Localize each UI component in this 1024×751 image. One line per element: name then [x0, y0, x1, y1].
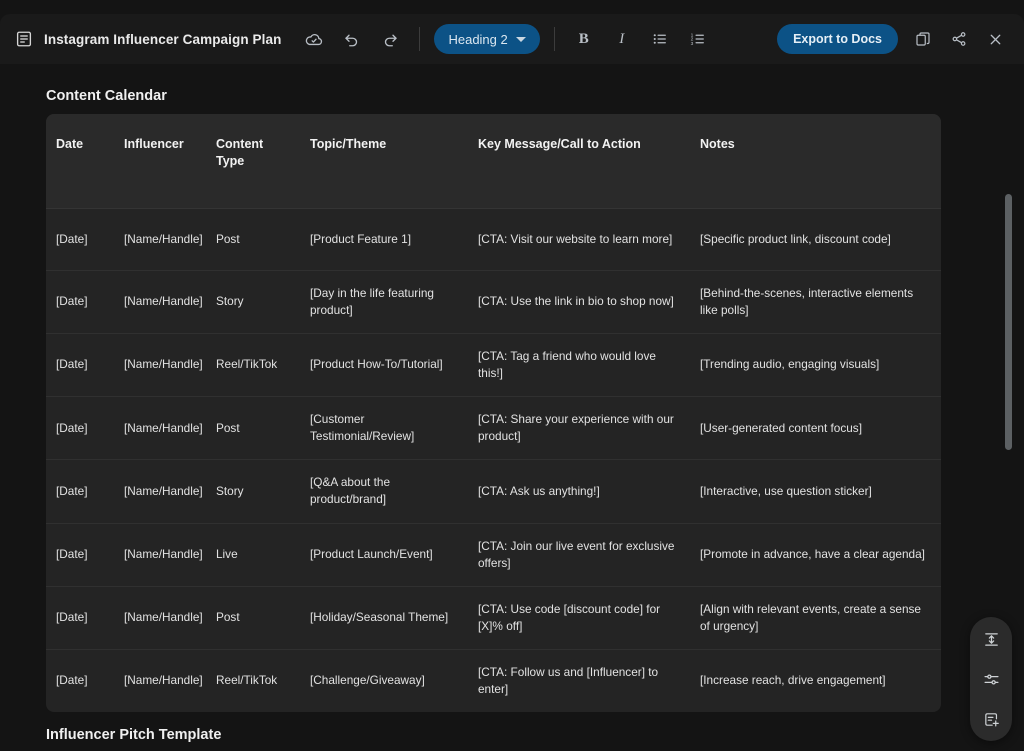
- cell-topic[interactable]: [Holiday/Seasonal Theme]: [300, 586, 468, 649]
- cell-date[interactable]: [Date]: [46, 333, 114, 396]
- cell-key-message[interactable]: [CTA: Visit our website to learn more]: [468, 208, 690, 270]
- cell-topic[interactable]: [Product How-To/Tutorial]: [300, 333, 468, 396]
- cell-notes[interactable]: [User-generated content focus]: [690, 397, 941, 460]
- influencer-pitch-template-heading: Influencer Pitch Template: [46, 727, 221, 743]
- cell-influencer[interactable]: [Name/Handle]: [114, 523, 206, 586]
- table-row[interactable]: [Date][Name/Handle]Live[Product Launch/E…: [46, 523, 941, 586]
- cell-content-type[interactable]: Post: [206, 208, 300, 270]
- cell-influencer[interactable]: [Name/Handle]: [114, 333, 206, 396]
- cell-key-message[interactable]: [CTA: Tag a friend who would love this!]: [468, 333, 690, 396]
- redo-icon[interactable]: [375, 24, 405, 54]
- cell-notes[interactable]: [Trending audio, engaging visuals]: [690, 333, 941, 396]
- table-row[interactable]: [Date][Name/Handle]Reel/TikTok[Challenge…: [46, 649, 941, 712]
- cell-key-message[interactable]: [CTA: Use the link in bio to shop now]: [468, 270, 690, 333]
- chevron-down-icon: [516, 37, 526, 42]
- table-row[interactable]: [Date][Name/Handle]Post[Customer Testimo…: [46, 397, 941, 460]
- undo-icon[interactable]: [337, 24, 367, 54]
- cell-notes[interactable]: [Increase reach, drive engagement]: [690, 649, 941, 712]
- cell-notes[interactable]: [Specific product link, discount code]: [690, 208, 941, 270]
- copy-icon[interactable]: [908, 24, 938, 54]
- svg-text:3: 3: [690, 41, 693, 47]
- cell-date[interactable]: [Date]: [46, 270, 114, 333]
- cell-date[interactable]: [Date]: [46, 523, 114, 586]
- cell-content-type[interactable]: Reel/TikTok: [206, 649, 300, 712]
- cell-notes[interactable]: [Promote in advance, have a clear agenda…: [690, 523, 941, 586]
- app-window: Instagram Influencer Campaign Plan Headi…: [0, 0, 1024, 751]
- editor-toolbar: Instagram Influencer Campaign Plan Headi…: [0, 14, 1024, 64]
- cell-date[interactable]: [Date]: [46, 460, 114, 523]
- cell-key-message[interactable]: [CTA: Share your experience with our pro…: [468, 397, 690, 460]
- table-header: Date Influencer Content Type Topic/Theme…: [46, 114, 941, 208]
- cell-influencer[interactable]: [Name/Handle]: [114, 586, 206, 649]
- cell-notes[interactable]: [Behind-the-scenes, interactive elements…: [690, 270, 941, 333]
- column-header-topic: Topic/Theme: [300, 114, 468, 208]
- tune-sliders-icon[interactable]: [977, 665, 1005, 693]
- toolbar-divider-1: [419, 27, 420, 51]
- vertical-scrollbar-thumb[interactable]: [1005, 194, 1012, 450]
- cell-influencer[interactable]: [Name/Handle]: [114, 649, 206, 712]
- column-header-influencer: Influencer: [114, 114, 206, 208]
- cell-content-type[interactable]: Live: [206, 523, 300, 586]
- cell-influencer[interactable]: [Name/Handle]: [114, 270, 206, 333]
- cell-topic[interactable]: [Day in the life featuring product]: [300, 270, 468, 333]
- numbered-list-icon[interactable]: 1 2 3: [683, 24, 713, 54]
- cell-content-type[interactable]: Post: [206, 586, 300, 649]
- cell-content-type[interactable]: Story: [206, 270, 300, 333]
- cell-topic[interactable]: [Product Feature 1]: [300, 208, 468, 270]
- cell-content-type[interactable]: Story: [206, 460, 300, 523]
- cell-influencer[interactable]: [Name/Handle]: [114, 397, 206, 460]
- table-row[interactable]: [Date][Name/Handle]Reel/TikTok[Product H…: [46, 333, 941, 396]
- italic-button[interactable]: I: [607, 24, 637, 54]
- paragraph-style-select[interactable]: Heading 2: [434, 24, 539, 54]
- document-content: Content Calendar Date Influencer Content…: [0, 64, 1024, 104]
- cell-date[interactable]: [Date]: [46, 649, 114, 712]
- bold-label: B: [579, 31, 589, 48]
- cell-date[interactable]: [Date]: [46, 397, 114, 460]
- close-icon[interactable]: [980, 24, 1010, 54]
- share-icon[interactable]: [944, 24, 974, 54]
- column-header-content-type: Content Type: [206, 114, 300, 208]
- cell-content-type[interactable]: Reel/TikTok: [206, 333, 300, 396]
- cell-content-type[interactable]: Post: [206, 397, 300, 460]
- cell-key-message[interactable]: [CTA: Use code [discount code] for [X]% …: [468, 586, 690, 649]
- cell-topic[interactable]: [Product Launch/Event]: [300, 523, 468, 586]
- cell-influencer[interactable]: [Name/Handle]: [114, 460, 206, 523]
- cell-date[interactable]: [Date]: [46, 586, 114, 649]
- cell-notes[interactable]: [Align with relevant events, create a se…: [690, 586, 941, 649]
- cloud-saved-icon[interactable]: [299, 24, 329, 54]
- document-title[interactable]: Instagram Influencer Campaign Plan: [44, 32, 281, 47]
- table-row[interactable]: [Date][Name/Handle]Post[Holiday/Seasonal…: [46, 586, 941, 649]
- bulleted-list-icon[interactable]: [645, 24, 675, 54]
- cell-notes[interactable]: [Interactive, use question sticker]: [690, 460, 941, 523]
- export-to-docs-button[interactable]: Export to Docs: [777, 24, 898, 54]
- vertical-align-center-icon[interactable]: [977, 625, 1005, 653]
- table-header-row: Date Influencer Content Type Topic/Theme…: [46, 114, 941, 208]
- table-body: [Date][Name/Handle]Post[Product Feature …: [46, 208, 941, 712]
- paragraph-style-value: Heading 2: [448, 32, 507, 47]
- cell-key-message[interactable]: [CTA: Follow us and [Influencer] to ente…: [468, 649, 690, 712]
- document-icon: [14, 29, 34, 49]
- table-row[interactable]: [Date][Name/Handle]Story[Q&A about the p…: [46, 460, 941, 523]
- floating-action-toolbar: [970, 617, 1012, 741]
- cell-key-message[interactable]: [CTA: Join our live event for exclusive …: [468, 523, 690, 586]
- bold-button[interactable]: B: [569, 24, 599, 54]
- cell-topic[interactable]: [Q&A about the product/brand]: [300, 460, 468, 523]
- toolbar-divider-2: [554, 27, 555, 51]
- content-calendar-table: Date Influencer Content Type Topic/Theme…: [46, 114, 941, 712]
- cell-influencer[interactable]: [Name/Handle]: [114, 208, 206, 270]
- column-header-notes: Notes: [690, 114, 941, 208]
- document-canvas[interactable]: Content Calendar Date Influencer Content…: [0, 64, 1024, 751]
- cell-date[interactable]: [Date]: [46, 208, 114, 270]
- content-calendar-heading: Content Calendar: [46, 64, 1024, 104]
- table-row[interactable]: [Date][Name/Handle]Story[Day in the life…: [46, 270, 941, 333]
- column-header-key-message: Key Message/Call to Action: [468, 114, 690, 208]
- table-row[interactable]: [Date][Name/Handle]Post[Product Feature …: [46, 208, 941, 270]
- italic-label: I: [619, 31, 624, 48]
- cell-key-message[interactable]: [CTA: Ask us anything!]: [468, 460, 690, 523]
- column-header-date: Date: [46, 114, 114, 208]
- note-add-icon[interactable]: [977, 705, 1005, 733]
- cell-topic[interactable]: [Challenge/Giveaway]: [300, 649, 468, 712]
- cell-topic[interactable]: [Customer Testimonial/Review]: [300, 397, 468, 460]
